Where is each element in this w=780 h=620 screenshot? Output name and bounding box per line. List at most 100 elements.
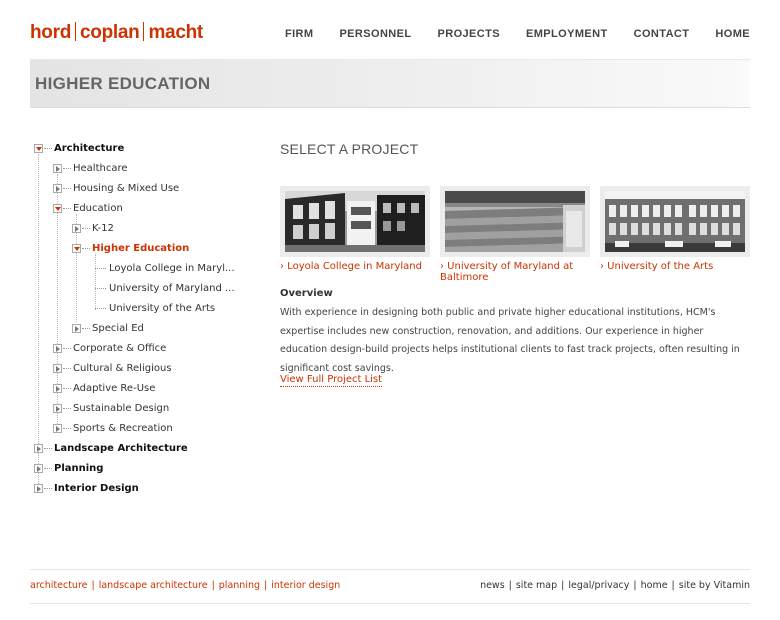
expand-toggle-icon[interactable] <box>53 383 62 393</box>
footer-link-landscape[interactable]: landscape architecture <box>99 580 208 591</box>
nav-personnel[interactable]: PERSONNEL <box>339 28 411 40</box>
tree-item-label: Corporate & Office <box>73 342 167 354</box>
tree-connector <box>63 387 71 389</box>
expand-toggle-icon[interactable] <box>72 223 81 233</box>
tree-item-sustainable[interactable]: Sustainable Design <box>53 400 169 416</box>
tree-item-label: Sustainable Design <box>73 402 170 414</box>
collapse-toggle-icon[interactable] <box>72 243 81 253</box>
footer-separator: | <box>508 580 512 591</box>
footer-link-legal[interactable]: legal/privacy <box>568 580 629 591</box>
tree-connector <box>63 347 71 349</box>
tree-item-corporate[interactable]: Corporate & Office <box>53 340 166 356</box>
tree-connector <box>82 327 90 329</box>
tree-item-interior[interactable]: Interior Design <box>34 480 139 496</box>
tree-item-label: Sports & Recreation <box>73 422 173 434</box>
nav-home[interactable]: HOME <box>715 28 750 40</box>
tree-item-higher-education[interactable]: Higher Education <box>72 240 189 256</box>
footer-link-interior[interactable]: interior design <box>271 580 340 591</box>
tree-connector <box>63 367 71 369</box>
collapse-toggle-icon[interactable] <box>53 203 62 213</box>
tree-item-k12[interactable]: K-12 <box>72 220 114 236</box>
expand-toggle-icon[interactable] <box>34 443 43 453</box>
tree-item-label: University of the Arts <box>109 302 216 314</box>
tree-item-architecture[interactable]: Architecture <box>34 140 124 156</box>
tree-connector <box>95 307 106 309</box>
project-thumbnail-uarts[interactable] <box>600 186 750 257</box>
footer-link-news[interactable]: news <box>480 580 505 591</box>
footer-separator: | <box>264 580 268 591</box>
tree-item-label: Higher Education <box>92 242 190 254</box>
footer-service-links: architecture | landscape architecture | plan… <box>30 580 340 591</box>
logo-part-coplan: coplan <box>80 22 140 43</box>
tree-item-label: Cultural & Religious <box>73 362 172 374</box>
tree-item-label: University of Maryland ... <box>109 282 235 294</box>
expand-toggle-icon[interactable] <box>53 183 62 193</box>
expand-toggle-icon[interactable] <box>72 323 81 333</box>
tree-item-cultural[interactable]: Cultural & Religious <box>53 360 172 376</box>
logo-divider <box>75 22 77 41</box>
project-link-uarts[interactable]: › University of the Arts <box>600 261 750 272</box>
tree-connector <box>63 207 71 209</box>
logo-part-macht: macht <box>148 22 203 43</box>
tree-item-label: Planning <box>54 462 104 474</box>
project-thumbnail-loyola[interactable] <box>280 186 430 257</box>
tree-item-landscape[interactable]: Landscape Architecture <box>34 440 188 456</box>
tree-item-special-ed[interactable]: Special Ed <box>72 320 144 336</box>
footer-separator: | <box>633 580 637 591</box>
expand-toggle-icon[interactable] <box>34 483 43 493</box>
tree-connector <box>44 147 52 149</box>
project-photo <box>285 191 425 252</box>
expand-toggle-icon[interactable] <box>53 163 62 173</box>
project-link-umd[interactable]: › University of Maryland at Baltimore <box>440 261 590 283</box>
section-heading: SELECT A PROJECT <box>280 141 419 157</box>
tree-item-healthcare[interactable]: Healthcare <box>53 160 128 176</box>
expand-toggle-icon[interactable] <box>53 403 62 413</box>
tree-item-planning[interactable]: Planning <box>34 460 103 476</box>
tree-connector <box>44 467 52 469</box>
footer-separator: | <box>561 580 565 591</box>
collapse-toggle-icon[interactable] <box>34 143 43 153</box>
tree-item-label: Housing & Mixed Use <box>73 182 180 194</box>
project-photo <box>445 191 585 252</box>
tree-item-education[interactable]: Education <box>53 200 123 216</box>
expand-toggle-icon[interactable] <box>53 423 62 433</box>
footer-link-site-map[interactable]: site map <box>516 580 557 591</box>
tree-item-housing[interactable]: Housing & Mixed Use <box>53 180 179 196</box>
footer-link-planning[interactable]: planning <box>219 580 260 591</box>
overview-heading: Overview <box>280 288 333 299</box>
project-link-loyola[interactable]: › Loyola College in Maryland <box>280 261 430 272</box>
tree-connector <box>63 427 71 429</box>
project-thumbnail-umd[interactable] <box>440 186 590 257</box>
view-full-project-list-link[interactable]: View Full Project List <box>280 374 383 387</box>
footer-divider <box>30 569 750 570</box>
nav-contact[interactable]: CONTACT <box>634 28 690 40</box>
nav-projects[interactable]: PROJECTS <box>438 28 501 40</box>
tree-item-label: Loyola College in Maryl... <box>109 262 235 274</box>
tree-connector <box>44 487 52 489</box>
footer-link-architecture[interactable]: architecture <box>30 580 87 591</box>
footer-separator: | <box>671 580 675 591</box>
footer-link-credit[interactable]: site by Vitamin <box>679 580 750 591</box>
nav-employment[interactable]: EMPLOYMENT <box>526 28 608 40</box>
tree-item-label: Adaptive Re-Use <box>73 382 156 394</box>
nav-firm[interactable]: FIRM <box>285 28 313 40</box>
expand-toggle-icon[interactable] <box>34 463 43 473</box>
expand-toggle-icon[interactable] <box>53 363 62 373</box>
tree-item-sports[interactable]: Sports & Recreation <box>53 420 173 436</box>
footer-link-home[interactable]: home <box>641 580 668 591</box>
logo[interactable]: hord coplan macht <box>30 22 203 44</box>
expand-toggle-icon[interactable] <box>53 343 62 353</box>
footer-separator: | <box>91 580 95 591</box>
tree-connector <box>44 447 52 449</box>
tree-item-adaptive[interactable]: Adaptive Re-Use <box>53 380 155 396</box>
tree-item-label: Architecture <box>54 142 125 154</box>
tree-item-umd[interactable]: University of Maryland ... <box>95 280 235 296</box>
footer-utility-links: news | site map | legal/privacy | home | site by… <box>480 580 750 591</box>
footer-divider <box>30 603 750 604</box>
tree-connector <box>82 227 90 229</box>
tree-item-loyola[interactable]: Loyola College in Maryl... <box>95 260 235 276</box>
section-banner: HIGHER EDUCATION <box>30 59 750 108</box>
top-navigation: FIRM PERSONNEL PROJECTS EMPLOYMENT CONTA… <box>285 28 750 40</box>
tree-item-uarts[interactable]: University of the Arts <box>95 300 215 316</box>
tree-connector <box>63 167 71 169</box>
